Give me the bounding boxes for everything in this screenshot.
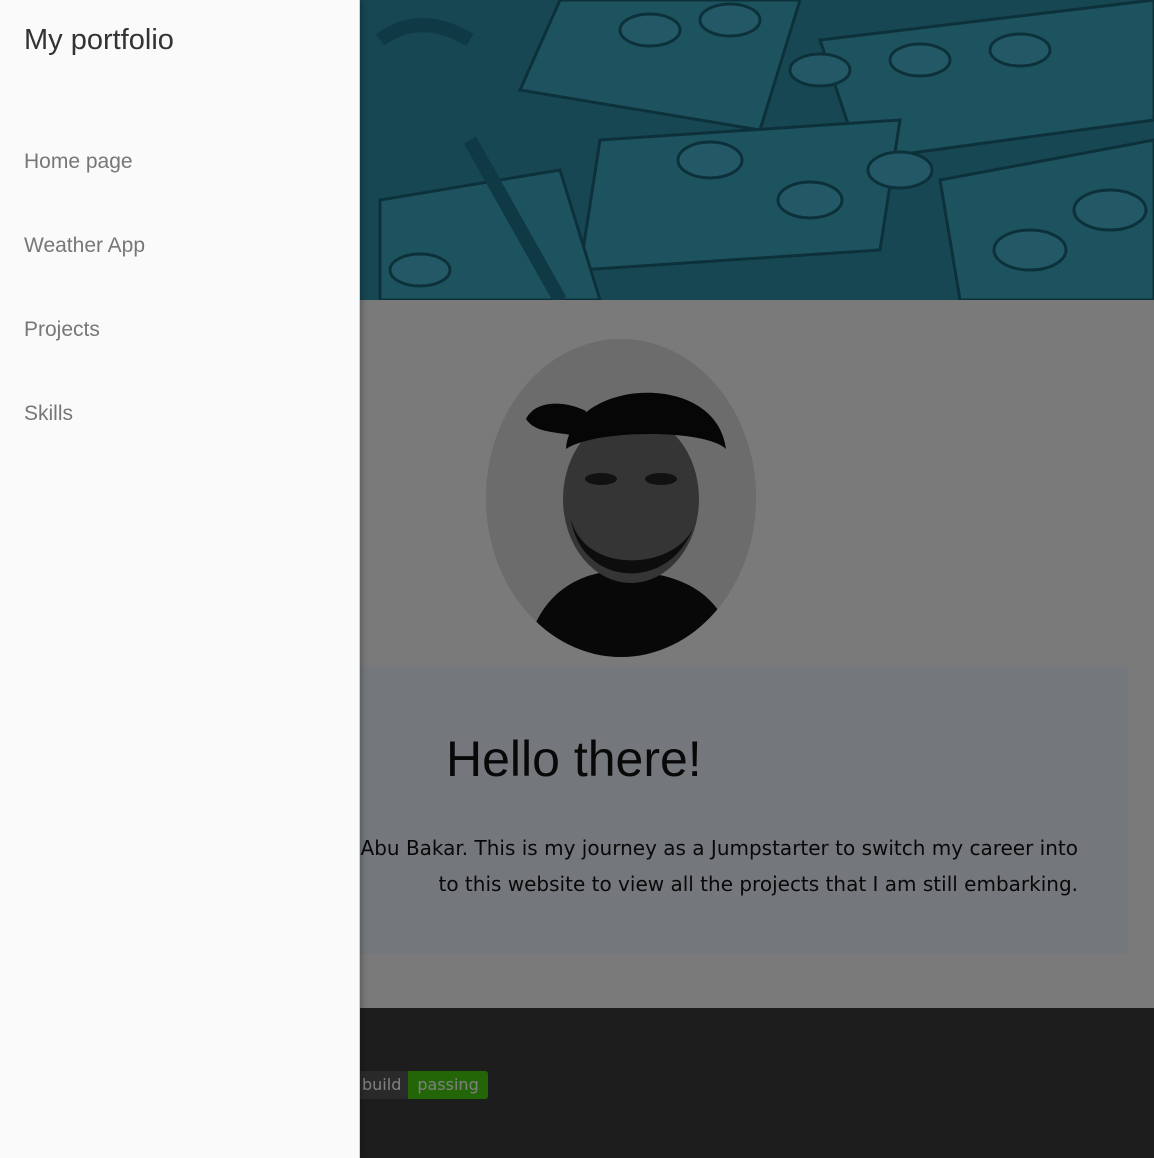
nav-item-home[interactable]: Home page <box>0 120 359 204</box>
drawer-title: My portfolio <box>24 24 174 56</box>
page: Hello there! Abu Bakar. This is my journ… <box>0 0 1154 1158</box>
nav-item-skills[interactable]: Skills <box>0 372 359 456</box>
nav-link-skills[interactable]: Skills <box>24 402 73 426</box>
nav-item-projects[interactable]: Projects <box>0 288 359 372</box>
nav-item-weather-app[interactable]: Weather App <box>0 204 359 288</box>
drawer-nav-list: Home page Weather App Projects Skills <box>0 120 359 456</box>
nav-link-weather-app[interactable]: Weather App <box>24 234 145 258</box>
nav-link-projects[interactable]: Projects <box>24 318 100 342</box>
nav-link-home[interactable]: Home page <box>24 150 133 174</box>
navigation-drawer: My portfolio Home page Weather App Proje… <box>0 0 360 1158</box>
